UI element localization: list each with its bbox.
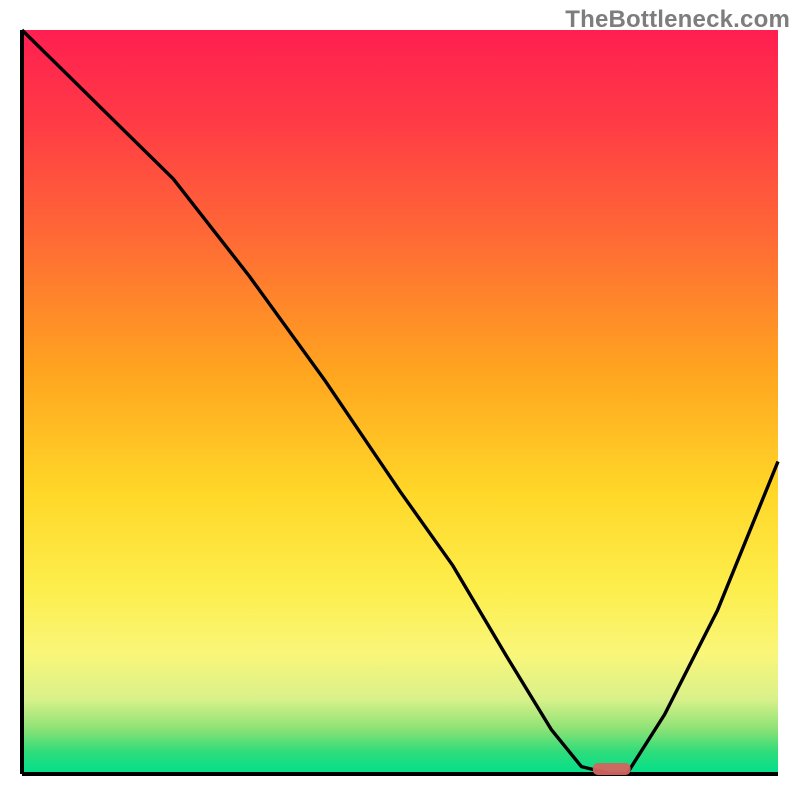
watermark-text: TheBottleneck.com (565, 6, 790, 34)
bottleneck-curve (22, 30, 778, 774)
chart-frame: TheBottleneck.com (0, 0, 800, 800)
optimal-marker (593, 763, 631, 775)
plot-area (22, 30, 778, 774)
chart-svg (22, 30, 778, 774)
